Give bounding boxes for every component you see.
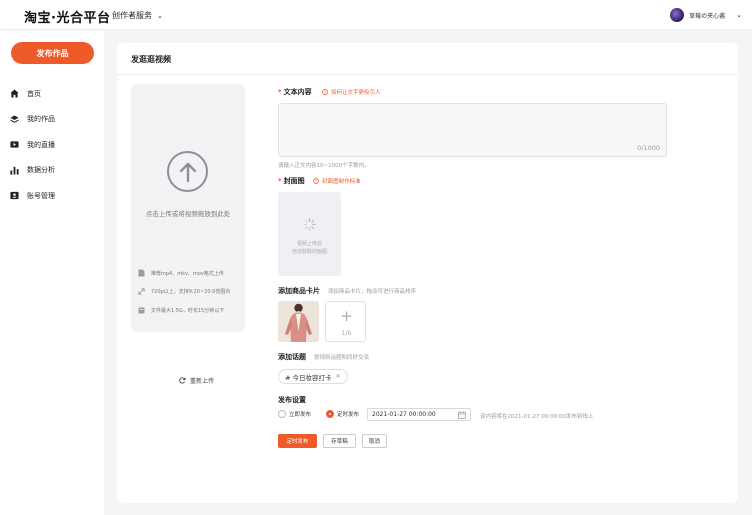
datetime-picker[interactable]: 2021-01-27 00:00:00 — [367, 408, 471, 421]
bar-chart-icon — [10, 166, 19, 175]
schedule-publish-button[interactable]: 定时发布 — [278, 434, 317, 448]
top-bar: 淘宝·光合平台 创作者服务 ⌄ 草莓の夹心酱 ⌄ — [0, 0, 752, 30]
sidebar-item-my-works[interactable]: 我的作品 — [0, 107, 104, 133]
spec-resolution: 720p以上，支持9:20~20:9范围内 — [138, 288, 230, 295]
radio-publish-now[interactable]: 立即发布 — [278, 410, 311, 418]
file-icon — [138, 269, 145, 277]
layers-icon — [10, 115, 19, 124]
help-circle-icon — [313, 178, 319, 184]
home-icon — [10, 89, 19, 98]
sidebar-nav: 首页 我的作品 我的直播 数据分析 账号管理 — [0, 81, 104, 209]
expand-icon — [138, 288, 145, 295]
loading-spinner-icon — [303, 218, 316, 231]
spec-format-text: 推荐mp4、mkv、mov格式上传 — [151, 270, 224, 277]
cover-help-link[interactable]: 封面图制作标准 — [313, 177, 361, 185]
radio-label: 立即发布 — [289, 412, 312, 418]
sidebar-item-home[interactable]: 首页 — [0, 81, 104, 107]
sidebar-item-label: 首页 — [27, 89, 41, 98]
service-menu-label: 创作者服务 — [112, 11, 152, 20]
cover-placeholder-text: 视频上传后 自动获取封面图 — [291, 241, 327, 255]
platform-logo[interactable]: 淘宝·光合平台 — [24, 7, 110, 26]
radio-button-selected — [326, 410, 334, 418]
upload-tip: 点击上传或将视频拖放到此处 — [145, 210, 231, 218]
publish-settings-label: 发布设置 — [278, 396, 306, 404]
spec-resolution-text: 720p以上，支持9:20~20:9范围内 — [151, 289, 231, 295]
sidebar-item-analytics[interactable]: 数据分析 — [0, 158, 104, 184]
id-card-icon — [10, 191, 19, 200]
save-draft-button[interactable]: 存草稿 — [323, 434, 356, 448]
publish-work-button[interactable]: 发布作品 — [11, 42, 94, 64]
chevron-down-icon: ⌄ — [157, 12, 163, 20]
add-product-card-button[interactable]: + 1/6 — [325, 301, 366, 342]
radio-publish-scheduled[interactable]: 定时发布 — [326, 410, 359, 418]
topic-label: 添加话题 — [278, 353, 306, 361]
sidebar: 发布作品 首页 我的作品 我的直播 数据分析 账号管理 — [0, 31, 104, 515]
spec-size-text: 文件最大1.5G，时长15分钟以下 — [151, 308, 225, 314]
topic-hint: 按规则话题和同好交流 — [314, 355, 370, 361]
calendar-icon — [458, 411, 466, 419]
cover-image-box[interactable]: 视频上传后 自动获取封面图 — [278, 192, 341, 276]
sidebar-item-account[interactable]: 账号管理 — [0, 183, 104, 209]
topic-tag[interactable]: # 今日妆容打卡 ✕ — [278, 369, 348, 384]
cover-help-label: 封面图制作标准 — [322, 179, 361, 185]
plus-icon: + — [340, 307, 353, 325]
spec-format: 推荐mp4、mkv、mov格式上传 — [138, 269, 224, 277]
upload-arrow-icon — [167, 151, 208, 192]
video-upload-area[interactable]: 点击上传或将视频拖放到此处 推荐mp4、mkv、mov格式上传 720p以上，支… — [131, 84, 245, 332]
topic-tag-label: # 今日妆容打卡 — [285, 373, 332, 382]
text-content-label: * 文本内容 — [278, 88, 312, 96]
datetime-value: 2021-01-27 00:00:00 — [372, 411, 436, 418]
publish-video-panel: 发逛逛视频 点击上传或将视频拖放到此处 推荐mp4、mkv、mov格式上传 72… — [117, 43, 738, 503]
divider — [117, 74, 738, 75]
reupload-button[interactable]: 重新上传 — [179, 376, 214, 385]
radio-button — [278, 410, 286, 418]
avatar — [670, 8, 685, 22]
video-icon — [10, 140, 19, 149]
page-title: 发逛逛视频 — [131, 55, 171, 64]
sidebar-item-label: 我的作品 — [27, 115, 55, 124]
username: 草莓の夹心酱 — [689, 12, 726, 20]
product-card-label: 添加商品卡片 — [278, 287, 320, 295]
radio-label: 定时发布 — [337, 412, 360, 418]
sidebar-item-label: 我的直播 — [27, 140, 55, 149]
cover-label: * 封面图 — [278, 177, 305, 185]
product-card-hint: 添加商品卡片，拖动可进行商品排序 — [328, 289, 417, 295]
product-card-image[interactable] — [278, 301, 319, 342]
chevron-down-icon: ⌄ — [736, 11, 742, 19]
sidebar-item-my-live[interactable]: 我的直播 — [0, 132, 104, 158]
char-counter: 0/1000 — [637, 144, 660, 152]
text-help-link[interactable]: 如何让文字更吸引人 — [322, 88, 381, 96]
sidebar-item-label: 数据分析 — [27, 166, 55, 175]
cancel-button[interactable]: 取消 — [362, 434, 387, 448]
product-count: 1/6 — [341, 330, 352, 337]
storage-icon — [138, 307, 145, 314]
spec-size: 文件最大1.5G，时长15分钟以下 — [138, 307, 224, 314]
reupload-label: 重新上传 — [190, 378, 215, 385]
close-icon[interactable]: ✕ — [336, 373, 341, 380]
text-content-hint: 请输入正文内容10~1000个字数内。 — [278, 163, 370, 169]
text-content-input[interactable]: 0/1000 — [278, 103, 667, 157]
text-help-label: 如何让文字更吸引人 — [331, 90, 381, 96]
user-menu[interactable]: 草莓の夹心酱 ⌄ — [670, 7, 742, 23]
schedule-hint: 该内容将在2021-01-27 00:00:00发布到线上 — [480, 414, 594, 420]
help-circle-icon — [322, 89, 328, 95]
service-menu[interactable]: 创作者服务 ⌄ — [112, 10, 163, 21]
sidebar-item-label: 账号管理 — [27, 191, 55, 200]
refresh-icon — [179, 377, 186, 384]
